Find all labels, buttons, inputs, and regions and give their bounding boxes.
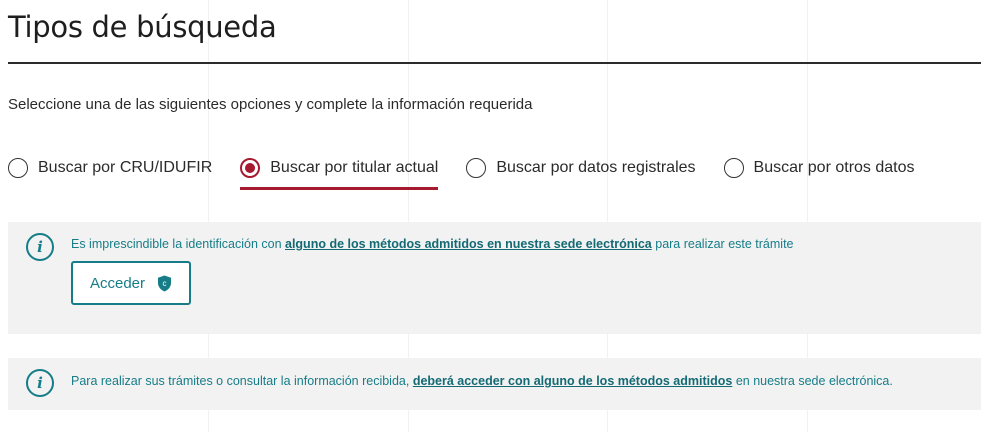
identification-notice-box: i Es imprescindible la identificación co… bbox=[8, 222, 981, 334]
identification-notice-text: Es imprescindible la identificación con … bbox=[71, 237, 794, 251]
radio-button-datos-registrales[interactable] bbox=[466, 158, 487, 178]
radio-option-datos-registrales[interactable]: Buscar por datos registrales bbox=[466, 156, 696, 180]
info-icon: i bbox=[26, 233, 54, 261]
identification-notice-prefix: Es imprescindible la identificación con bbox=[71, 237, 285, 251]
acceder-button[interactable]: Acceder c bbox=[71, 261, 191, 305]
radio-label-titular-actual: Buscar por titular actual bbox=[270, 159, 439, 176]
radio-button-cru-idufir[interactable] bbox=[8, 158, 28, 178]
radio-button-otros-datos[interactable] bbox=[723, 158, 744, 178]
radio-option-cru-idufir[interactable]: Buscar por CRU/IDUFIR bbox=[8, 156, 212, 180]
access-methods-link[interactable]: deberá acceder con alguno de los métodos… bbox=[413, 374, 733, 388]
identification-notice-suffix: para realizar este trámite bbox=[651, 237, 794, 251]
info-icon: i bbox=[26, 369, 54, 397]
search-type-radio-group: Buscar por CRU/IDUFIR Buscar por titular… bbox=[8, 156, 943, 192]
shield-c-icon: c bbox=[158, 275, 172, 291]
radio-option-titular-actual[interactable]: Buscar por titular actual bbox=[240, 156, 439, 190]
access-notice-prefix: Para realizar sus trámites o consultar l… bbox=[71, 374, 413, 388]
radio-label-cru-idufir: Buscar por CRU/IDUFIR bbox=[38, 159, 213, 176]
radio-option-otros-datos[interactable]: Buscar por otros datos bbox=[723, 156, 915, 180]
access-notice-suffix: en nuestra sede electrónica. bbox=[732, 374, 893, 388]
svg-text:c: c bbox=[163, 279, 167, 288]
access-notice-text: Para realizar sus trámites o consultar l… bbox=[71, 374, 893, 388]
page-subtitle: Seleccione una de las siguientes opcione… bbox=[8, 96, 533, 113]
radio-label-otros-datos: Buscar por otros datos bbox=[753, 159, 915, 176]
radio-button-titular-actual[interactable] bbox=[240, 158, 261, 178]
accepted-methods-link[interactable]: alguno de los métodos admitidos en nuest… bbox=[285, 237, 652, 251]
radio-label-datos-registrales: Buscar por datos registrales bbox=[496, 159, 696, 176]
acceder-button-label: Acceder bbox=[89, 274, 146, 292]
page-title: Tipos de búsqueda bbox=[8, 10, 277, 44]
access-notice-box: i Para realizar sus trámites o consultar… bbox=[8, 358, 981, 410]
title-divider bbox=[8, 62, 981, 64]
